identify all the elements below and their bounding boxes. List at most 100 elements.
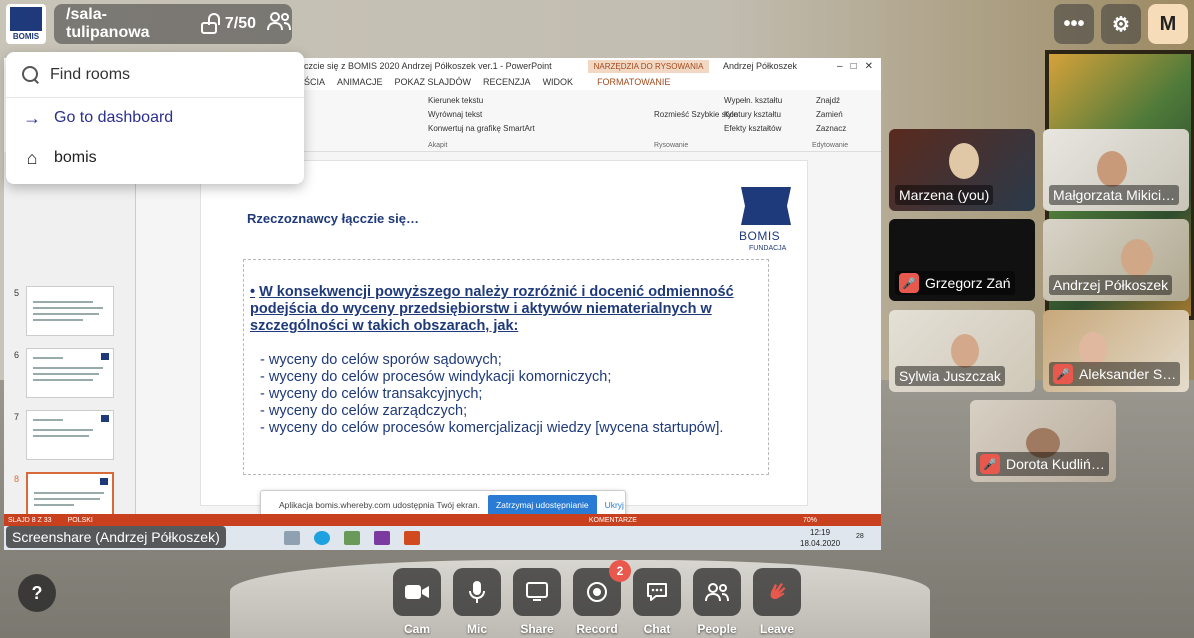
skype-icon[interactable] [314,531,330,545]
zoom-level: 70% [802,516,817,524]
bomis-logo: BOMIS FUNDACJA [739,187,793,259]
logo-small-text: FUNDACJA [749,245,787,252]
align-text-button[interactable]: Wyrównaj tekst [428,108,535,122]
slide[interactable]: Rzeczoznawcy łącczie się… BOMIS FUNDACJA… [200,160,808,506]
clock-date: 18.04.2020 [800,539,841,548]
find-rooms-input[interactable] [50,65,270,84]
tab-transitions[interactable]: ŚCIA [304,77,325,87]
org-logo[interactable]: BOMIS [6,4,46,44]
group-label-editing: Edytowanie [812,142,849,149]
shape-fill-button[interactable]: Wypełn. kształtu [724,94,782,108]
org-label: bomis [54,149,97,166]
slide-textbox[interactable]: • W konsekwencji powyższego należy rozróż… [243,259,769,475]
share-button[interactable]: Share [513,568,561,636]
more-options-button[interactable]: ••• [1054,4,1094,44]
minimize-icon[interactable]: – [837,61,843,72]
logo-text: BOMIS [12,32,40,41]
chat-label: Chat [643,622,671,636]
mic-muted-icon: 🎤 [1053,364,1073,384]
arrange-button[interactable]: Rozmieść [654,110,689,119]
mic-label: Mic [466,622,487,636]
group-label-paragraph: Akapit [428,142,448,149]
ppt-titlebar: czcie się z BOMIS 2020 Andrzej Półkoszek… [304,58,881,74]
go-to-dashboard-link[interactable]: → Go to dashboard [6,98,304,138]
notification-badge: 2 [609,560,631,582]
app-icon[interactable] [344,531,360,545]
participant-tile[interactable]: Marzena (you) [889,129,1035,211]
drawing-tools-tab[interactable]: NARZĘDZIA DO RYSOWANIA [587,59,710,73]
participant-tile[interactable]: 🎤 Aleksander S… [1043,310,1189,392]
record-button[interactable]: Record 2 [573,560,631,636]
chat-button[interactable]: Chat [633,568,681,636]
powerpoint-icon[interactable] [404,531,420,545]
participant-video [1097,151,1127,187]
maximize-icon[interactable]: □ [851,61,857,72]
unlock-icon[interactable] [199,13,221,35]
slide-thumb[interactable]: 5 [8,286,128,340]
hide-button[interactable]: Ukryj [605,500,624,510]
ppt-user: Andrzej Półkoszek [722,61,797,71]
comments-button[interactable]: KOMENTARZE [589,517,637,524]
participant-name: 🎤 Aleksander S… [1049,362,1181,386]
participant-tile[interactable]: Andrzej Półkoszek [1043,219,1189,301]
participant-tile[interactable]: Sylwia Juszczak [889,310,1035,392]
participant-tile[interactable]: Małgorzata Mikici… [1043,129,1189,211]
select-button[interactable]: Zaznacz [816,122,846,136]
ribbon-paragraph-group: Kierunek tekstu Wyrównaj tekst Konwertuj… [428,94,535,136]
room-selector[interactable]: /sala-tulipanowa 7/50 [54,4,292,44]
ribbon: Kierunek tekstu Wyrównaj tekst Konwertuj… [304,90,881,152]
bullet-heading: • W konsekwencji powyższego należy rozróż… [250,284,734,334]
tab-slideshow[interactable]: POKAZ SLAJDÓW [395,77,472,87]
stop-sharing-button[interactable]: Zatrzymaj udostępnianie [487,495,597,515]
org-link[interactable]: ⌂ bomis [6,138,304,178]
slide-thumb[interactable]: 7 [8,410,128,464]
taskview-icon[interactable] [284,531,300,545]
find-button[interactable]: Znajdź [816,94,846,108]
onenote-icon[interactable] [374,531,390,545]
slide-title: Rzeczoznawcy łącczie się… [247,211,419,226]
gear-icon: ⚙ [1112,13,1130,36]
participant-name: Marzena (you) [895,185,994,205]
participant-tile[interactable]: 🎤 Dorota Kudliń… [970,400,1116,482]
people-button[interactable]: People [693,568,741,636]
cam-button[interactable]: Cam [393,568,441,636]
chat-icon [633,568,681,616]
cam-label: Cam [403,622,430,636]
help-button[interactable]: ? [18,574,56,612]
bullet-item: - wyceny do celów sporów sądowych; [260,352,502,368]
participant-name: Małgorzata Mikici… [1049,185,1180,205]
window-title: czcie się z BOMIS 2020 Andrzej Półkoszek… [304,61,552,71]
record-label: Record [576,622,618,636]
clock-time: 12:19 [810,528,831,537]
text-direction-button[interactable]: Kierunek tekstu [428,94,535,108]
tab-format[interactable]: FORMATOWANIE [597,77,670,87]
replace-button[interactable]: Zamień [816,108,846,122]
slide-counter: SLAJD 8 Z 33 [8,516,52,524]
shape-outline-button[interactable]: Kontury kształtu [724,108,782,122]
participant-name: 🎤 Dorota Kudliń… [976,452,1109,476]
participant-video [1121,239,1153,277]
user-avatar[interactable]: M [1148,4,1188,44]
tab-review[interactable]: RECENZJA [483,77,531,87]
settings-button[interactable]: ⚙ [1101,4,1141,44]
microphone-icon [453,568,501,616]
close-icon[interactable]: ✕ [865,61,873,72]
smartart-button[interactable]: Konwertuj na grafikę SmartArt [428,122,535,136]
participant-video [949,143,979,179]
more-icon: ••• [1063,12,1085,35]
participant-tile[interactable]: 🎤 Grzegorz Zań [889,219,1035,301]
dashboard-label: Go to dashboard [54,109,174,126]
slide-thumb[interactable]: 6 [8,348,128,402]
bullet-item: - wyceny do celów zarządczych; [260,403,468,419]
leave-button[interactable]: Leave [753,568,801,636]
tab-animations[interactable]: ANIMACJE [337,77,383,87]
mic-button[interactable]: Mic [453,568,501,636]
leave-label: Leave [759,622,795,636]
slide-canvas: Rzeczoznawcy łącczie się… BOMIS FUNDACJA… [136,152,881,514]
ribbon-tabs: ŚCIA ANIMACJE POKAZ SLAJDÓW RECENZJA WID… [304,74,881,90]
camera-icon [393,568,441,616]
shape-effects-button[interactable]: Efekty kształtów [724,122,782,136]
tab-view[interactable]: WIDOK [543,77,574,87]
ppt-statusbar: SLAJD 8 Z 33 POLSKI KOMENTARZE 70% [4,514,881,526]
find-rooms-row[interactable] [6,52,304,98]
